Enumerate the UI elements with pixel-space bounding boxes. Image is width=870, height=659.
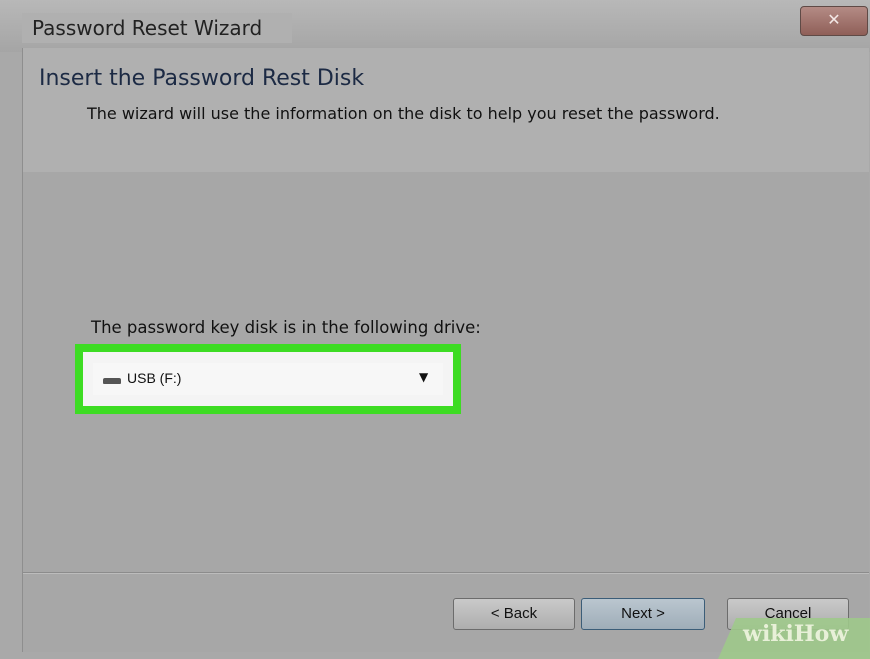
- dropdown-highlight-box: USB (F:) ▼: [75, 344, 461, 414]
- title-bar: Password Reset Wizard ✕: [0, 0, 870, 52]
- page-description: The wizard will use the information on t…: [87, 104, 720, 123]
- next-button[interactable]: Next >: [581, 598, 705, 630]
- selected-drive: USB (F:): [127, 370, 182, 386]
- chevron-down-icon[interactable]: ▼: [419, 370, 428, 384]
- wizard-content: Insert the Password Rest Disk The wizard…: [22, 48, 869, 652]
- wikihow-watermark: wikiHow: [700, 618, 870, 659]
- watermark-text: wikiHow: [743, 621, 849, 647]
- back-button[interactable]: < Back: [453, 598, 575, 630]
- drive-select-label: The password key disk is in the followin…: [91, 318, 481, 337]
- password-reset-wizard-window: Password Reset Wizard ✕ Insert the Passw…: [0, 0, 870, 659]
- wizard-header: Insert the Password Rest Disk The wizard…: [23, 48, 869, 172]
- usb-drive-icon: [103, 378, 121, 384]
- page-title: Insert the Password Rest Disk: [39, 66, 365, 91]
- close-button[interactable]: ✕: [800, 6, 868, 36]
- footer-divider: [23, 572, 869, 574]
- drive-dropdown[interactable]: USB (F:) ▼: [93, 363, 443, 395]
- window-title: Password Reset Wizard: [22, 13, 292, 43]
